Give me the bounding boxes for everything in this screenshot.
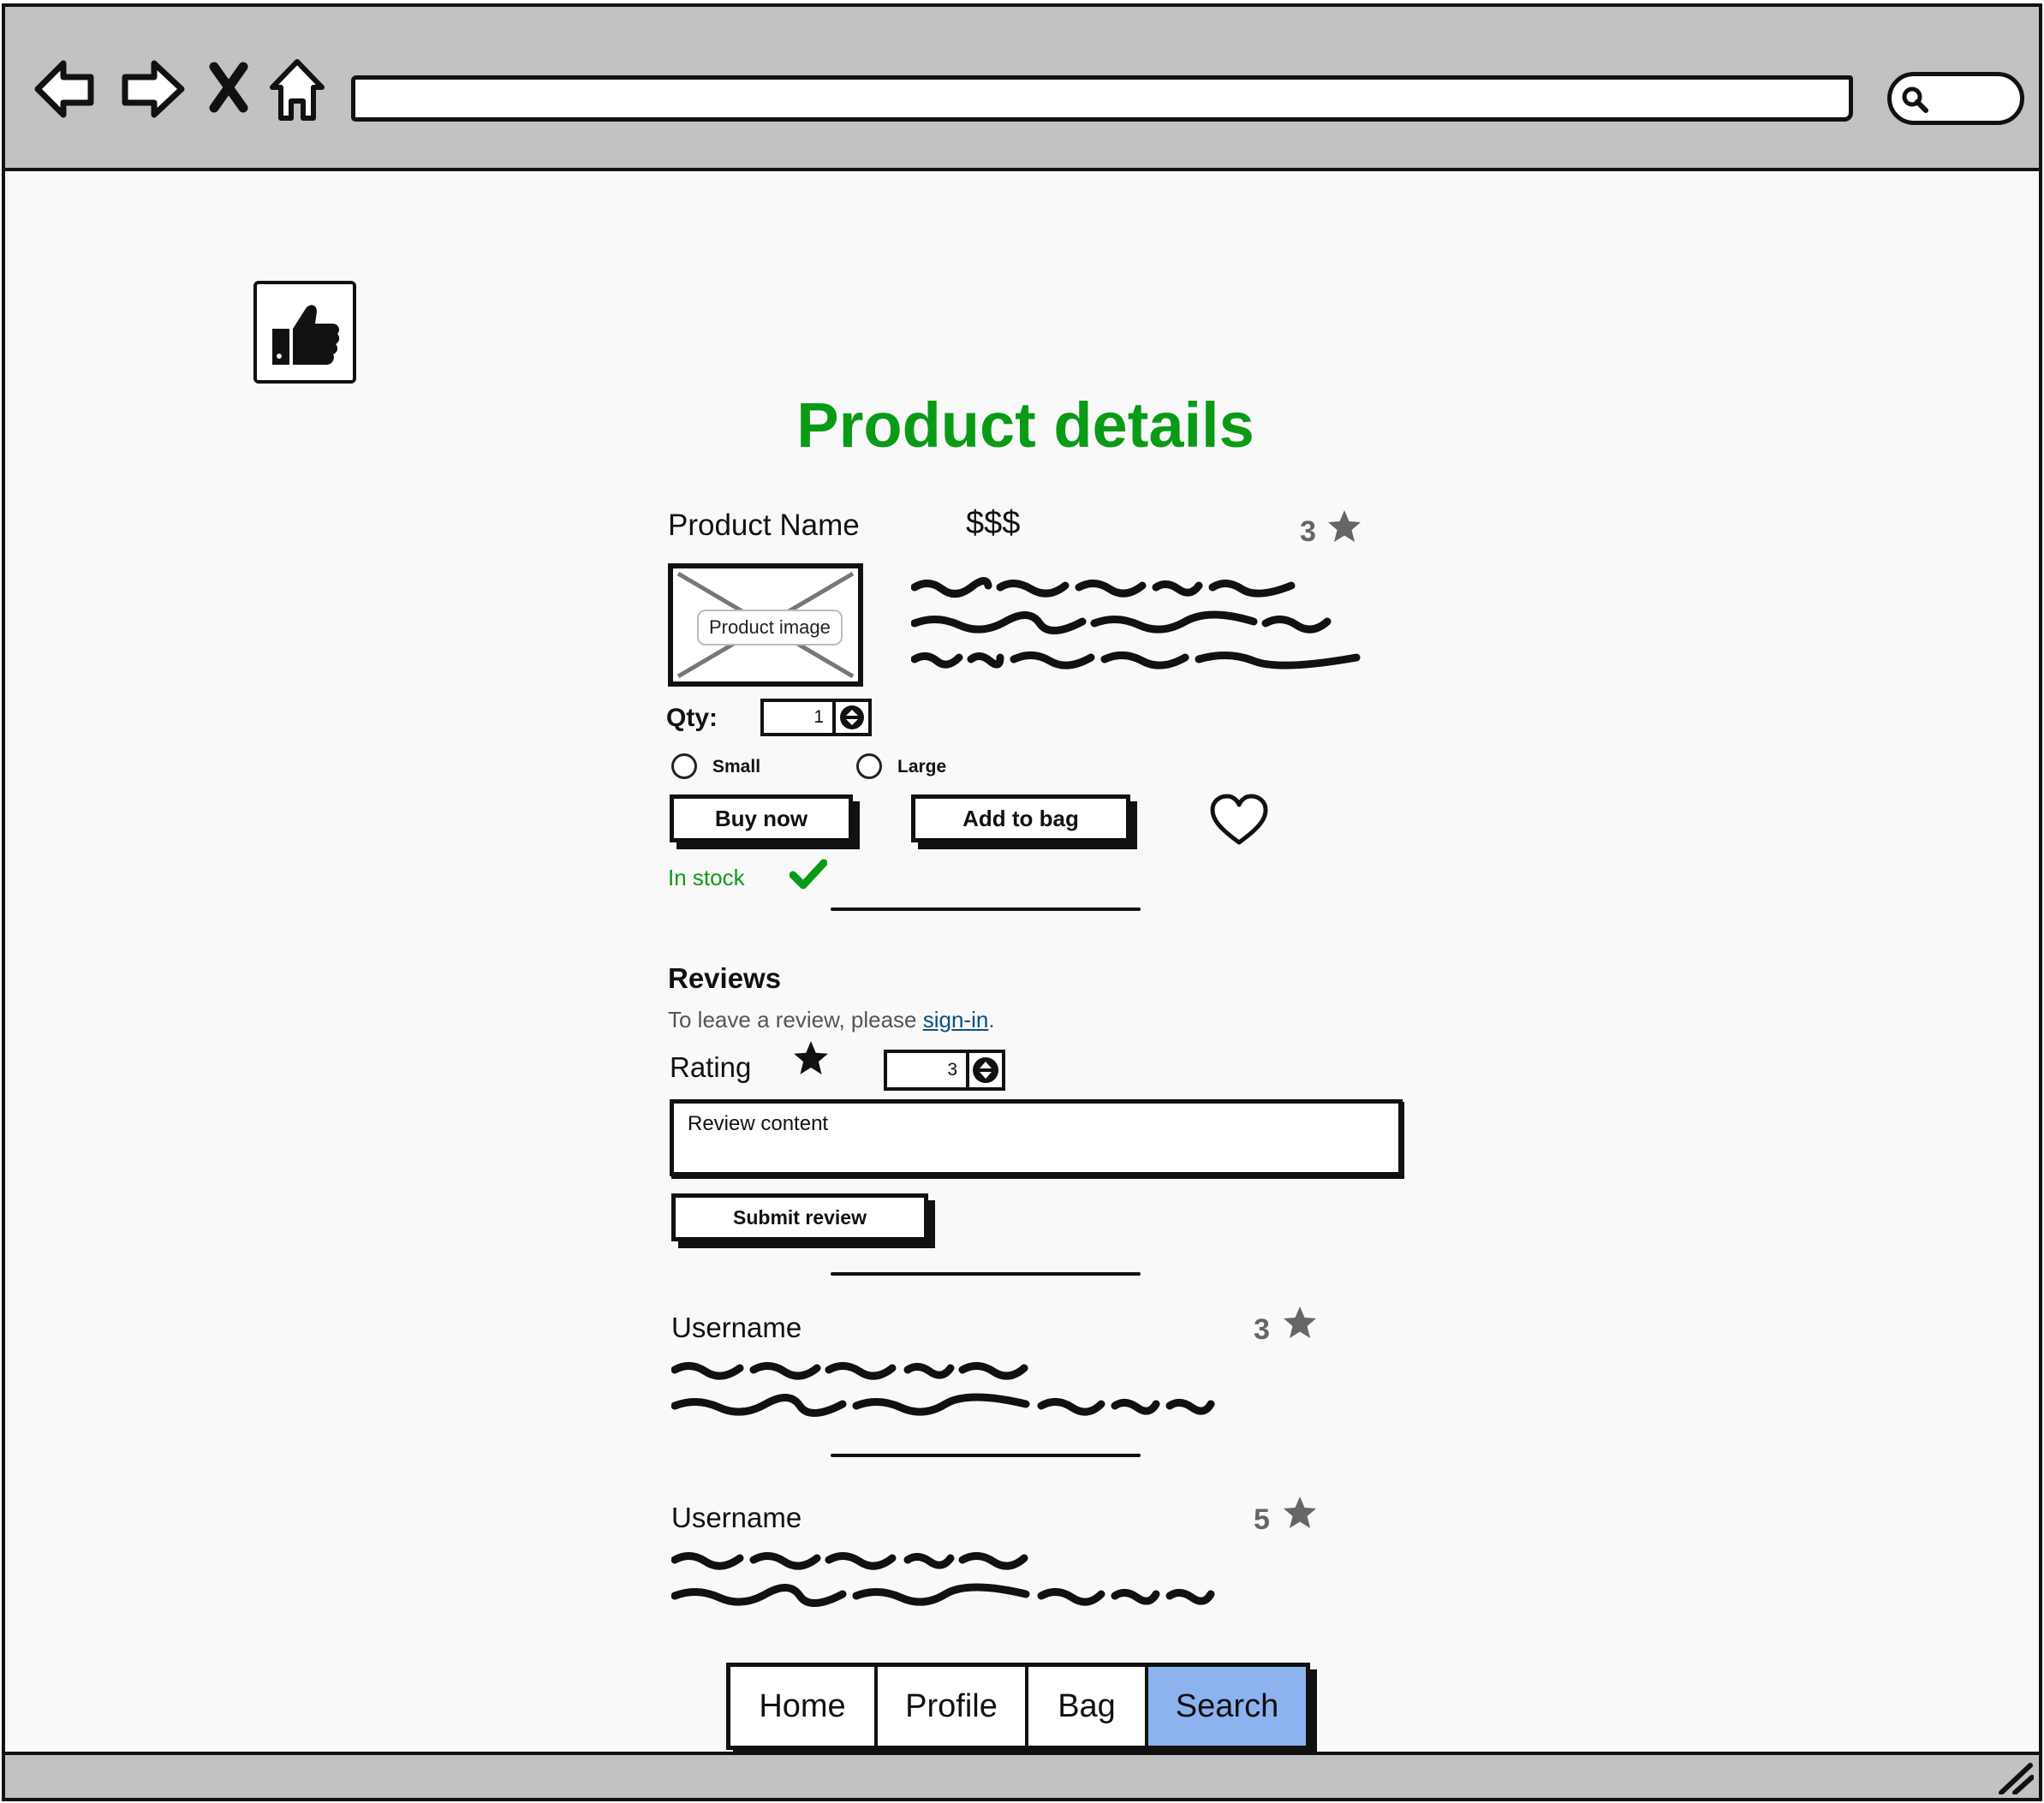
qty-label: Qty: <box>666 704 718 732</box>
review-text <box>671 1362 1215 1417</box>
submit-review-button[interactable]: Submit review <box>671 1193 928 1241</box>
rating-stepper-value: 3 <box>947 1060 957 1080</box>
size-small-radio[interactable] <box>671 753 697 779</box>
size-large-label: Large <box>897 757 947 777</box>
resize-grip-icon[interactable] <box>1996 1760 2034 1794</box>
browser-toolbar <box>5 7 2039 171</box>
review-username: Username <box>671 1312 802 1343</box>
qty-spinner[interactable] <box>832 702 868 733</box>
search-icon <box>1902 86 1928 113</box>
nav-item-profile[interactable]: Profile <box>878 1667 1028 1746</box>
review-username: Username <box>671 1502 802 1533</box>
product-price: $$$ <box>966 505 1021 541</box>
rating-stepper[interactable]: 3 <box>884 1050 1005 1091</box>
signin-prompt-text: To leave a review, please <box>668 1007 923 1032</box>
product-rating-value: 3 <box>1300 515 1316 548</box>
home-icon[interactable] <box>267 57 327 123</box>
checkmark-icon <box>790 859 827 890</box>
qty-value: 1 <box>813 707 824 727</box>
review-content-placeholder: Review content <box>688 1112 829 1135</box>
product-name: Product Name <box>668 509 860 542</box>
star-icon <box>1284 1497 1316 1528</box>
address-bar[interactable] <box>351 75 1853 122</box>
browser-search-box[interactable] <box>1887 72 2024 125</box>
size-small-label: Small <box>712 757 761 777</box>
rating-spinner[interactable] <box>966 1053 1002 1087</box>
divider <box>831 1454 1141 1457</box>
qty-stepper[interactable]: 1 <box>760 699 872 736</box>
divider <box>831 907 1141 911</box>
nav-item-home[interactable]: Home <box>730 1667 878 1746</box>
star-icon <box>1284 1306 1316 1338</box>
nav-item-search[interactable]: Search <box>1148 1667 1306 1746</box>
logo[interactable] <box>253 281 356 384</box>
reviews-heading: Reviews <box>668 962 782 994</box>
signin-prompt-period: . <box>988 1007 995 1032</box>
add-to-bag-button[interactable]: Add to bag <box>911 794 1130 842</box>
size-large-radio[interactable] <box>856 753 882 779</box>
signin-link[interactable]: sign-in <box>923 1007 989 1032</box>
divider <box>831 1272 1141 1276</box>
browser-window: Product details Product Name $$$ 3 Produ… <box>2 3 2042 1801</box>
review-rating-value: 3 <box>1254 1313 1270 1346</box>
thumbs-up-icon <box>272 305 340 365</box>
rating-label: Rating <box>670 1051 752 1083</box>
product-image: Product image <box>668 563 863 687</box>
product-description <box>911 577 1361 669</box>
product-image-label: Product image <box>697 610 843 646</box>
back-arrow-icon[interactable] <box>31 55 99 123</box>
review-text <box>671 1552 1215 1607</box>
signin-prompt: To leave a review, please sign-in. <box>668 1007 995 1033</box>
star-icon <box>794 1041 828 1074</box>
stock-status: In stock <box>668 865 745 890</box>
bottom-nav: Home Profile Bag Search <box>726 1663 1310 1750</box>
star-icon <box>1328 510 1361 542</box>
review-rating-value: 5 <box>1254 1503 1270 1536</box>
heart-icon[interactable] <box>1209 793 1269 848</box>
close-icon[interactable] <box>207 62 250 113</box>
status-bar <box>5 1752 2039 1798</box>
forward-arrow-icon[interactable] <box>116 55 188 123</box>
buy-now-button[interactable]: Buy now <box>670 794 853 842</box>
nav-item-bag[interactable]: Bag <box>1028 1667 1148 1746</box>
page-title: Product details <box>796 390 1254 461</box>
review-content-input[interactable]: Review content <box>670 1099 1403 1176</box>
